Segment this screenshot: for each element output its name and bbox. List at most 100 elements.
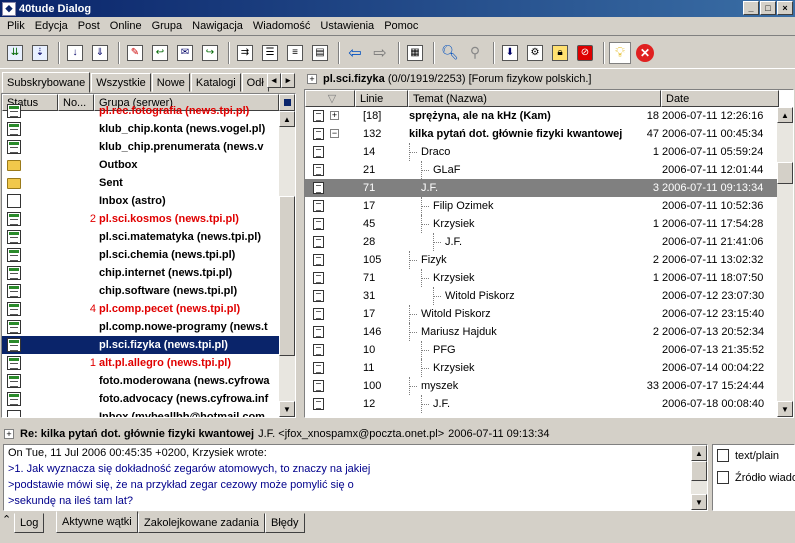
send-queue-icon[interactable]: ⇉: [234, 42, 256, 64]
thread-row[interactable]: 71 J.F. 3 2006-07-11 09:13:34: [305, 179, 777, 197]
group-row[interactable]: pl.comp.nowe-programy (news.t: [2, 318, 282, 336]
lock-icon[interactable]: 🔒︎: [549, 42, 571, 64]
menu-nawigacja[interactable]: Nawigacja: [187, 20, 248, 32]
tab-log[interactable]: Log: [14, 513, 45, 533]
group-row[interactable]: Inbox (astro): [2, 192, 282, 210]
tab-zakolejkowane-zadania[interactable]: Zakolejkowane zadania: [138, 513, 265, 533]
settings-icon[interactable]: ⚙: [524, 42, 546, 64]
tab-aktywne-watki[interactable]: Aktywne wątki: [56, 511, 138, 533]
message-scrollbar[interactable]: ▲ ▼: [691, 445, 707, 510]
thread-row[interactable]: 17 Witold Piskorz 2006-07-12 23:15:40: [305, 305, 777, 323]
thread-date: 2006-07-11 09:13:34: [662, 182, 764, 194]
thread-row[interactable]: 31 Witold Piskorz 2006-07-12 23:07:30: [305, 287, 777, 305]
mark-thread-icon[interactable]: ≡: [284, 42, 306, 64]
search-advanced-icon[interactable]: ⚲: [464, 42, 486, 64]
back-arrow-icon[interactable]: ⇦: [344, 42, 366, 64]
maximize-button[interactable]: □: [760, 1, 776, 15]
message-header-toggle-icon[interactable]: +: [4, 429, 14, 439]
part-text-plain[interactable]: text/plain: [717, 449, 779, 462]
thread-row[interactable]: − 132 kilka pytań dot. głównie fizyki kwan…: [305, 125, 777, 143]
get-headers-all-icon[interactable]: ⇊: [4, 42, 26, 64]
reply-icon[interactable]: ↩: [149, 42, 171, 64]
tab-scroll-left-button[interactable]: ◂: [267, 73, 281, 88]
app-icon[interactable]: ◆: [2, 1, 16, 16]
group-row[interactable]: foto.advocacy (news.cyfrowa.inf: [2, 390, 282, 408]
collapse-icon[interactable]: −: [330, 129, 339, 138]
tip-lightbulb-icon[interactable]: 💡︎: [609, 41, 631, 64]
group-row[interactable]: chip.internet (news.tpi.pl): [2, 264, 282, 282]
thread-row[interactable]: 105 Fizyk 2 2006-07-11 13:02:32: [305, 251, 777, 269]
menu-post[interactable]: Post: [73, 20, 105, 32]
tab-nowe[interactable]: Nowe: [151, 73, 190, 92]
thread-row[interactable]: 14 Draco 1 2006-07-11 05:59:24: [305, 143, 777, 161]
thread-row[interactable]: 12 J.F. 2006-07-18 00:08:40: [305, 395, 777, 413]
thread-row[interactable]: 28 J.F. 2006-07-11 21:41:06: [305, 233, 777, 251]
group-row[interactable]: Outbox: [2, 156, 282, 174]
thread-row[interactable]: 146 Mariusz Hajduk 2 2006-07-13 20:52:34: [305, 323, 777, 341]
thread-row[interactable]: 71 Krzysiek 1 2006-07-11 18:07:50: [305, 269, 777, 287]
group-row[interactable]: pl.rec.fotografia (news.tpi.pl): [2, 102, 282, 120]
new-post-icon[interactable]: ✎: [124, 42, 146, 64]
download-messages-icon[interactable]: ↓: [64, 42, 86, 64]
get-headers-icon[interactable]: ⇣: [29, 42, 51, 64]
stop-icon[interactable]: ⊘: [574, 42, 596, 64]
tab-wszystkie[interactable]: Wszystkie: [91, 73, 151, 92]
close-icon[interactable]: ✕: [634, 42, 656, 64]
col-date[interactable]: Date: [661, 90, 779, 107]
group-header-toggle-icon[interactable]: +: [307, 74, 317, 84]
thread-row[interactable]: + [18] sprężyna, ale na kHz (Kam) 18 2006-07…: [305, 107, 777, 125]
group-list-scrollbar[interactable]: ▲ ▼: [279, 111, 295, 417]
col-sort-indicator-icon[interactable]: ▽: [305, 90, 355, 107]
expand-icon[interactable]: +: [330, 111, 339, 120]
part-source[interactable]: Źródło wiadomości: [717, 471, 795, 484]
menu-ustawienia[interactable]: Ustawienia: [315, 20, 379, 32]
scoring-icon[interactable]: ▦: [404, 42, 426, 64]
forward-icon[interactable]: ↪: [199, 42, 221, 64]
message-icon: [313, 344, 324, 356]
group-row[interactable]: chip.software (news.tpi.pl): [2, 282, 282, 300]
group-row[interactable]: pl.sci.chemia (news.tpi.pl): [2, 246, 282, 264]
group-row[interactable]: klub_chip.konta (news.vogel.pl): [2, 120, 282, 138]
tab-scroll-right-button[interactable]: ▸: [281, 73, 295, 88]
menu-plik[interactable]: Plik: [2, 20, 30, 32]
menu-pomoc[interactable]: Pomoc: [379, 20, 423, 32]
download-icon[interactable]: ⬇: [499, 42, 521, 64]
tab-katalogi[interactable]: Katalogi: [190, 73, 241, 92]
search-icon[interactable]: 🔍︎: [439, 42, 461, 64]
minimize-button[interactable]: _: [743, 1, 759, 15]
group-row[interactable]: foto.moderowana (news.cyfrowa: [2, 372, 282, 390]
tab-subskrybowane[interactable]: Subskrybowane: [2, 72, 91, 93]
menu-online[interactable]: Online: [105, 20, 147, 32]
col-subject[interactable]: Temat (Nazwa): [408, 90, 661, 107]
thread-row[interactable]: 45 Krzysiek 1 2006-07-11 17:54:28: [305, 215, 777, 233]
close-window-button[interactable]: ×: [777, 1, 793, 15]
thread-row[interactable]: 10 PFG 2006-07-13 21:35:52: [305, 341, 777, 359]
thread-row[interactable]: 11 Krzysiek 2006-07-14 00:04:22: [305, 359, 777, 377]
group-row[interactable]: 4 pl.comp.pecet (news.tpi.pl): [2, 300, 282, 318]
message-body[interactable]: On Tue, 11 Jul 2006 00:45:35 +0200, Krzy…: [3, 444, 708, 511]
group-row[interactable]: 1 alt.pl.allegro (news.tpi.pl): [2, 354, 282, 372]
thread-row[interactable]: 17 Filip Ozimek 2006-07-11 10:52:36: [305, 197, 777, 215]
col-lines[interactable]: Linie: [355, 90, 408, 107]
group-row[interactable]: klub_chip.prenumerata (news.v: [2, 138, 282, 156]
menu-wiadomosc[interactable]: Wiadomość: [248, 20, 315, 32]
reply-email-icon[interactable]: ✉: [174, 42, 196, 64]
tab-bledy[interactable]: Błędy: [265, 513, 305, 533]
group-row[interactable]: Sent: [2, 174, 282, 192]
mark-read-icon[interactable]: ☰: [259, 42, 281, 64]
thread-reply-count: 47: [646, 128, 659, 140]
thread-list-scrollbar[interactable]: ▲ ▼: [777, 107, 793, 417]
thread-row[interactable]: 100 myszek 33 2006-07-17 15:24:44: [305, 377, 777, 395]
group-row[interactable]: pl.sci.matematyka (news.tpi.pl): [2, 228, 282, 246]
bottom-panel-toggle-icon[interactable]: ⌃: [2, 513, 11, 526]
forward-arrow-icon[interactable]: ⇨: [369, 42, 391, 64]
group-row[interactable]: Inbox (mybeallbb@hotmail.com: [2, 408, 282, 417]
tab-odlaczone[interactable]: Odł: [241, 73, 269, 92]
menu-edycja[interactable]: Edycja: [30, 20, 73, 32]
download-body-icon[interactable]: ⇓: [89, 42, 111, 64]
thread-row[interactable]: 21 GLaF 2006-07-11 12:01:44: [305, 161, 777, 179]
mark-all-icon[interactable]: ▤: [309, 42, 331, 64]
menu-grupa[interactable]: Grupa: [147, 20, 188, 32]
group-row[interactable]: 2 pl.sci.kosmos (news.tpi.pl): [2, 210, 282, 228]
group-row[interactable]: pl.sci.fizyka (news.tpi.pl): [2, 336, 282, 354]
